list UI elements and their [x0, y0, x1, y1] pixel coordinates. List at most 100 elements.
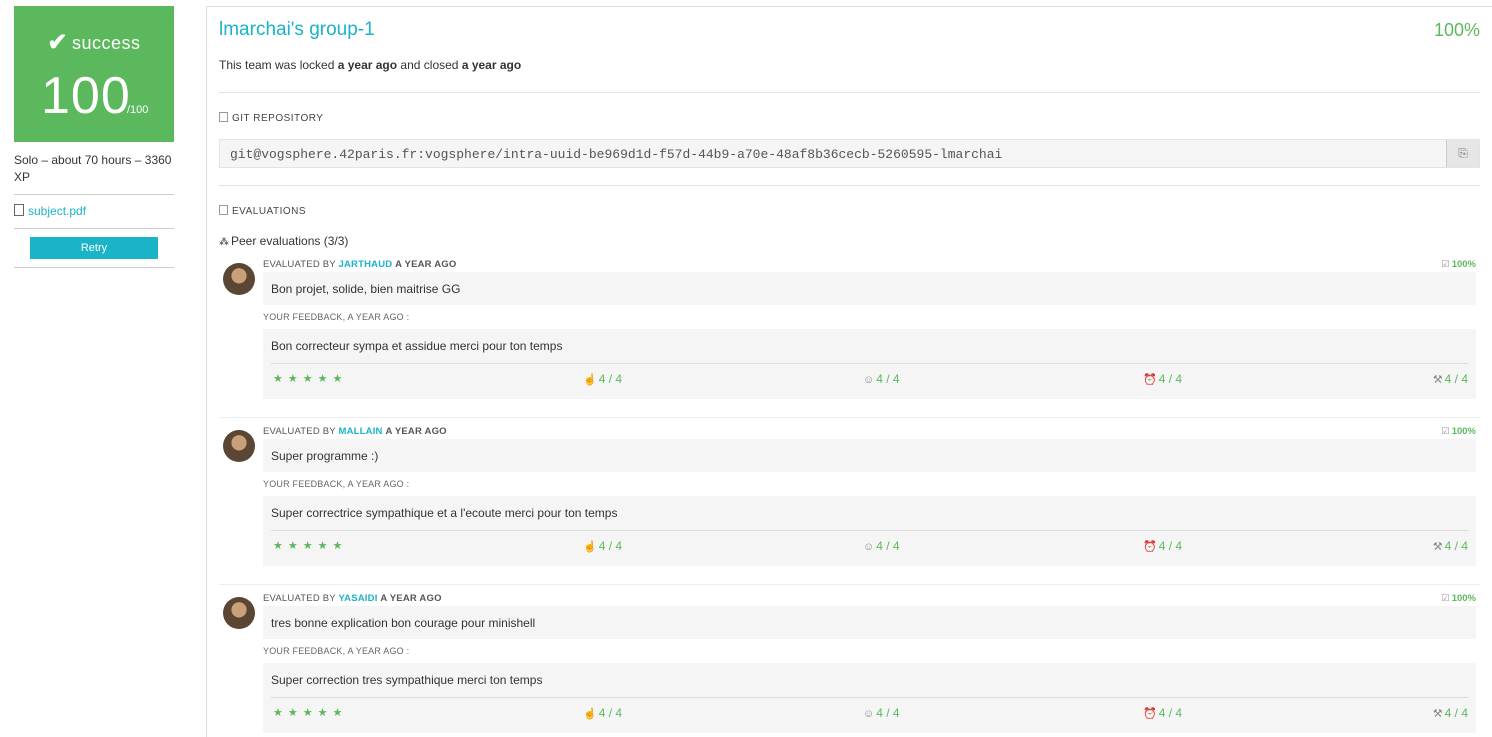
feedback-label: YOUR FEEDBACK, A YEAR AGO : — [263, 479, 410, 489]
checkbox-icon — [219, 205, 228, 215]
git-url[interactable]: git@vogsphere.42paris.fr:vogsphere/intra… — [230, 147, 1002, 162]
peer-evaluations-title: ⁂ Peer evaluations (3/3) — [219, 234, 348, 248]
retry-button[interactable]: Retry — [30, 237, 158, 259]
smiley-icon: ☺ — [863, 541, 875, 553]
rating-value: 4 / 4 — [876, 539, 900, 553]
evaluation-percent-value: 100% — [1451, 259, 1476, 270]
divider — [271, 530, 1468, 531]
rating-value: 4 / 4 — [876, 706, 900, 720]
feedback-box: Bon correcteur sympa et assidue merci po… — [263, 329, 1476, 399]
clock-icon: ⏰ — [1143, 374, 1157, 386]
subject-link[interactable]: subject.pdf — [28, 204, 86, 218]
closed-when: a year ago — [461, 58, 522, 72]
evaluation-percent-value: 100% — [1451, 593, 1476, 604]
evaluator-login[interactable]: MALLAIN — [338, 426, 382, 437]
hammer-icon: ⚒ — [1432, 708, 1443, 720]
clock-icon: ⏰ — [1143, 708, 1157, 720]
evaluator-login[interactable]: YASAIDI — [338, 593, 377, 604]
evaluation-comment: Super programme :) — [263, 439, 1476, 472]
avatar[interactable] — [223, 430, 255, 462]
evaluation-comment: tres bonne explication bon courage pour … — [263, 606, 1476, 639]
star-rating: ★★★★★ — [273, 707, 348, 719]
rating-punctuality: ⏰ 4 / 4 — [1143, 539, 1182, 553]
evaluation-percent: ☑ 100% — [1441, 426, 1476, 437]
evaluator-login[interactable]: JARTHAUD — [338, 259, 392, 270]
feedback-label: YOUR FEEDBACK, A YEAR AGO : — [263, 646, 410, 656]
smiley-icon: ☺ — [863, 374, 875, 386]
score-box: ✔ success 100 /100 — [14, 6, 174, 142]
file-icon — [219, 112, 228, 122]
clock-icon: ⏰ — [1143, 541, 1157, 553]
team-panel: lmarchai's group-1 100% This team was lo… — [206, 6, 1492, 737]
evaluated-by-label: EVALUATED BY — [263, 593, 336, 604]
team-percent: 100% — [1433, 20, 1480, 40]
team-title[interactable]: lmarchai's group-1 — [219, 19, 375, 41]
git-label: GIT REPOSITORY — [219, 112, 323, 124]
rating-smile: ☺ 4 / 4 — [863, 539, 900, 553]
git-url-field[interactable]: git@vogsphere.42paris.fr:vogsphere/intra… — [219, 139, 1480, 168]
feedback-box: Super correction tres sympathique merci … — [263, 663, 1476, 733]
rating-value: 4 / 4 — [1158, 706, 1183, 720]
rating-rigor: ⚒ 4 / 4 — [1433, 372, 1468, 386]
rating-value: 4 / 4 — [598, 372, 623, 386]
star-rating: ★★★★★ — [273, 540, 348, 552]
peer-title-text: Peer evaluations (3/3) — [231, 234, 349, 248]
evaluation-time: A YEAR AGO — [395, 259, 457, 270]
evaluations-label-text: EVALUATIONS — [232, 206, 307, 217]
rating-smile: ☺ 4 / 4 — [863, 706, 900, 720]
evaluation-item: EVALUATED BY JARTHAUD A YEAR AGO ☑ 100% B… — [219, 259, 1480, 417]
divider — [219, 417, 1480, 418]
evaluator-line: EVALUATED BY MALLAIN A YEAR AGO — [263, 426, 447, 437]
checkmark-icon: ✔ — [47, 29, 69, 56]
evaluation-time: A YEAR AGO — [385, 426, 447, 437]
check-icon: ☑ — [1441, 593, 1450, 604]
evaluations-label: EVALUATIONS — [219, 205, 306, 217]
rating-value: 4 / 4 — [598, 706, 623, 720]
feedback-label: YOUR FEEDBACK, A YEAR AGO : — [263, 312, 410, 322]
rating-value: 4 / 4 — [876, 372, 900, 386]
evaluator-line: EVALUATED BY JARTHAUD A YEAR AGO — [263, 259, 456, 270]
divider — [219, 92, 1480, 93]
hammer-icon: ⚒ — [1432, 374, 1443, 386]
status-text: success — [72, 33, 141, 53]
evaluation-percent-value: 100% — [1451, 426, 1476, 437]
rating-nice: ☝ 4 / 4 — [583, 706, 622, 720]
team-status: This team was locked a year ago and clos… — [219, 58, 521, 72]
copy-icon[interactable]: ⎘ — [1446, 140, 1479, 167]
rating-rigor: ⚒ 4 / 4 — [1433, 539, 1468, 553]
rating-value: 4 / 4 — [598, 539, 623, 553]
final-score: 100 — [41, 67, 131, 125]
feedback-text: Bon correcteur sympa et assidue merci po… — [271, 339, 563, 353]
thumb-icon: ☝ — [583, 708, 597, 720]
evaluation-item: EVALUATED BY YASAIDI A YEAR AGO ☑ 100% tr… — [219, 593, 1480, 737]
git-label-text: GIT REPOSITORY — [232, 113, 324, 124]
avatar[interactable] — [223, 263, 255, 295]
thumb-icon: ☝ — [583, 374, 597, 386]
rating-nice: ☝ 4 / 4 — [583, 539, 622, 553]
evaluation-time: A YEAR AGO — [380, 593, 442, 604]
star-rating: ★★★★★ — [273, 373, 348, 385]
group-icon: ⁂ — [219, 237, 229, 248]
evaluation-item: EVALUATED BY MALLAIN A YEAR AGO ☑ 100% Su… — [219, 426, 1480, 584]
rating-smile: ☺ 4 / 4 — [863, 372, 900, 386]
divider — [219, 584, 1480, 585]
smiley-icon: ☺ — [863, 708, 875, 720]
status-prefix: This team was locked — [219, 58, 338, 72]
evaluated-by-label: EVALUATED BY — [263, 259, 336, 270]
rating-value: 4 / 4 — [1444, 372, 1468, 386]
rating-value: 4 / 4 — [1444, 539, 1468, 553]
evaluation-percent: ☑ 100% — [1441, 259, 1476, 270]
hammer-icon: ⚒ — [1432, 541, 1443, 553]
feedback-text: Super correction tres sympathique merci … — [271, 673, 543, 687]
thumb-icon: ☝ — [583, 541, 597, 553]
evaluated-by-label: EVALUATED BY — [263, 426, 336, 437]
retry-section: Retry — [14, 229, 174, 268]
evaluation-percent: ☑ 100% — [1441, 593, 1476, 604]
rating-punctuality: ⏰ 4 / 4 — [1143, 706, 1182, 720]
locked-when: a year ago — [337, 58, 398, 72]
project-sidebar: ✔ success 100 /100 Solo – about 70 hours … — [14, 6, 174, 268]
file-icon — [14, 204, 24, 216]
divider — [271, 697, 1468, 698]
evaluator-line: EVALUATED BY YASAIDI A YEAR AGO — [263, 593, 442, 604]
avatar[interactable] — [223, 597, 255, 629]
